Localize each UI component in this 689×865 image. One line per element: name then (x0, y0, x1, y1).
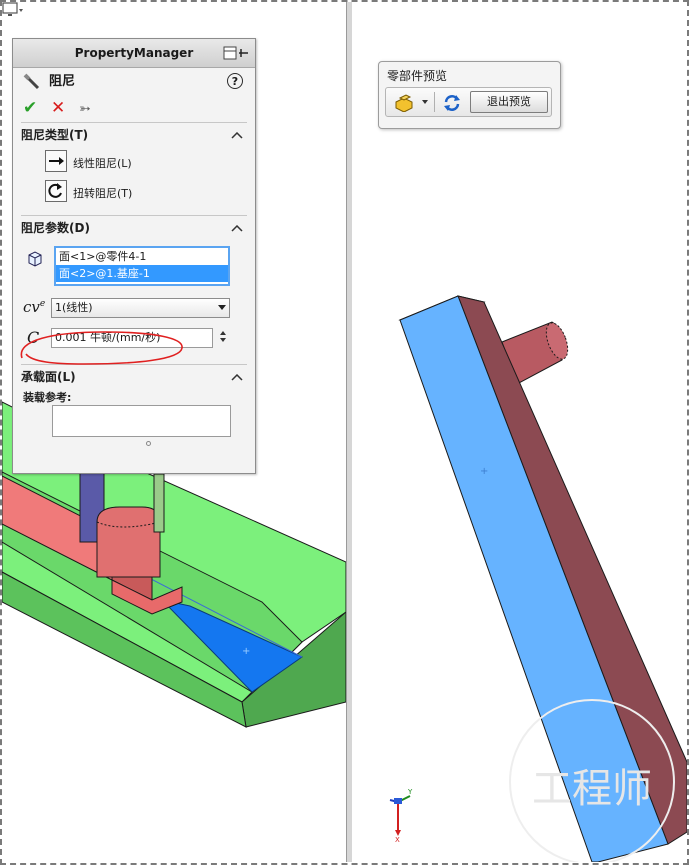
exponent-dropdown[interactable]: 1(线性) (51, 298, 230, 318)
panel-pin-icon[interactable] (223, 46, 249, 60)
coefficient-input[interactable]: 0.001 牛顿/(mm/秒) (51, 328, 213, 348)
part-preview-toolbar: 零部件预览 退出预览 (378, 61, 561, 129)
exponent-icon: cve (23, 298, 46, 316)
damper-icon (23, 73, 40, 90)
help-button[interactable]: ? (227, 73, 243, 89)
pin-tab (96, 506, 161, 578)
feature-title: 阻尼 (49, 74, 76, 89)
face-list-item-selected[interactable]: 面<2>@1.基座-1 (56, 265, 228, 282)
coefficient-icon: C (27, 328, 40, 347)
chevron-up-icon[interactable] (231, 374, 243, 381)
group-damper-params: 阻尼参数(D) 面<1>@零件4-1 面<2>@1.基座-1 cve 1(线性)… (21, 215, 247, 364)
part-preview-view: + 工程师 (398, 295, 687, 862)
group-load-bearing-title[interactable]: 承载面(L) (21, 365, 247, 389)
option-torsion-damper-label: 扭转阻尼(T) (73, 187, 133, 200)
refresh-icon[interactable] (442, 93, 462, 113)
svg-text:+: + (242, 646, 250, 657)
group-damper-params-title[interactable]: 阻尼参数(D) (21, 216, 247, 240)
feature-title-row: 阻尼 ? (13, 68, 255, 96)
graphics-viewport-right[interactable]: + 工程师 (352, 2, 687, 862)
svg-text:X: X (395, 836, 400, 842)
action-buttons: ✔ ✕ ➳ (13, 96, 255, 122)
chevron-up-icon[interactable] (231, 225, 243, 232)
option-linear-damper-label: 线性阻尼(L) (73, 157, 132, 170)
svg-text:Y: Y (407, 788, 413, 796)
option-torsion-damper[interactable]: 扭转阻尼(T) (21, 177, 247, 207)
face-select-icon (28, 251, 42, 267)
face-list-item[interactable]: 面<1>@零件4-1 (56, 248, 228, 265)
face-selection-list[interactable]: 面<1>@零件4-1 面<2>@1.基座-1 (54, 246, 230, 286)
resize-handle[interactable] (146, 441, 151, 446)
group-damper-type: 阻尼类型(T) 线性阻尼(L) 扭转阻尼(T) (21, 122, 247, 215)
watermark: 工程师 (532, 766, 652, 812)
assembly-ref-label: 装载参考: (23, 391, 72, 404)
option-linear-damper[interactable]: 线性阻尼(L) (21, 147, 247, 177)
exponent-value: 1(线性) (55, 301, 93, 314)
cancel-button[interactable]: ✕ (51, 98, 65, 118)
part-preview-title: 零部件预览 (387, 69, 448, 83)
group-damper-type-title[interactable]: 阻尼类型(T) (21, 123, 247, 147)
part-preview-bar: 退出预览 (385, 87, 552, 117)
chevron-down-icon[interactable] (218, 305, 226, 310)
property-manager-title: PropertyManager (74, 46, 194, 60)
group-load-bearing: 承载面(L) 装载参考: (21, 364, 247, 455)
chevron-down-icon[interactable] (422, 100, 428, 104)
rotate-icon[interactable] (45, 180, 67, 202)
svg-text:+: + (480, 466, 488, 477)
ok-button[interactable]: ✔ (23, 98, 37, 118)
linear-arrow-icon[interactable] (45, 150, 67, 172)
spinner-up-icon[interactable] (220, 331, 226, 335)
coordinate-triad: Y X (389, 788, 413, 842)
part-icon[interactable] (394, 94, 416, 112)
exit-preview-button[interactable]: 退出预览 (470, 91, 548, 113)
property-manager: PropertyManager 阻尼 ? ✔ ✕ ➳ 阻尼类型(T) 线性阻尼(… (12, 38, 256, 474)
coefficient-spinner[interactable] (217, 328, 229, 348)
chevron-up-icon[interactable] (231, 132, 243, 139)
assembly-ref-list[interactable] (52, 405, 231, 437)
spinner-down-icon[interactable] (220, 338, 226, 342)
keep-visible-pin-button[interactable]: ➳ (79, 101, 91, 117)
monitor-icon[interactable] (2, 2, 24, 18)
rod (153, 473, 165, 533)
property-manager-header: PropertyManager (13, 39, 255, 68)
